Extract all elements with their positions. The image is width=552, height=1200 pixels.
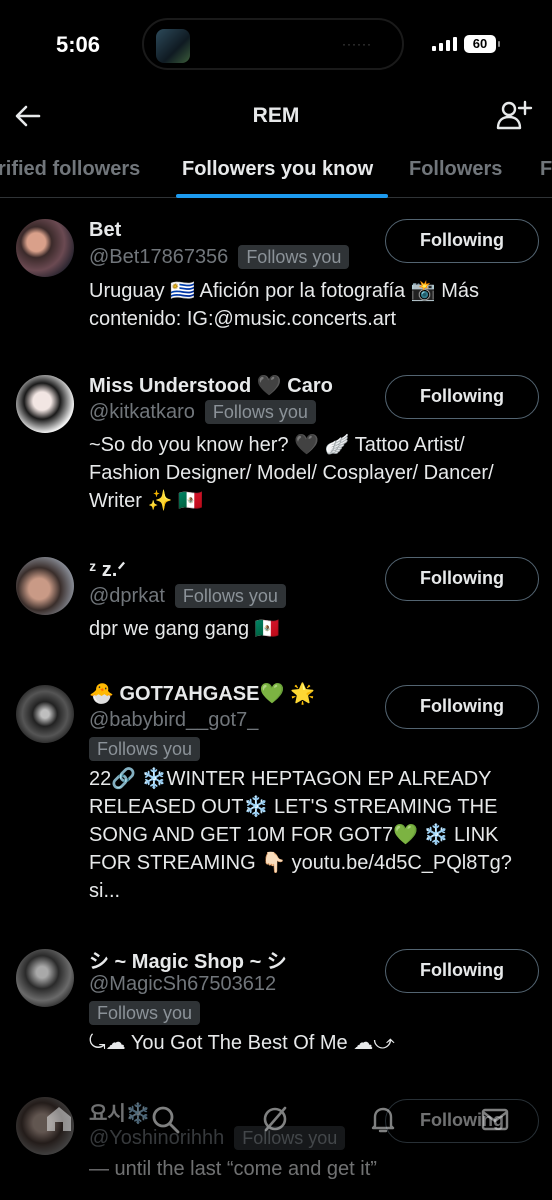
user-name: Bet: [89, 219, 122, 241]
status-bar: 5:06 ······ 60: [0, 0, 552, 90]
signal-icon: [432, 37, 457, 51]
user-bio: 22🔗 ❄️WINTER HEPTAGON EP ALREADY RELEASE…: [89, 768, 512, 902]
avatar[interactable]: [16, 375, 74, 433]
badge-row: Follows you: [89, 1001, 201, 1025]
follows-you-badge: Follows you: [174, 584, 286, 608]
home-icon[interactable]: [42, 1102, 76, 1136]
handle-row: @MagicSh67503612: [89, 973, 276, 996]
waveform-icon: ······: [342, 37, 372, 51]
user-bio: ~So do you know her? 🖤 🪽 Tattoo Artist/ …: [89, 434, 494, 512]
following-button[interactable]: Following: [385, 685, 539, 729]
tab-verified-followers[interactable]: rified followers: [0, 158, 140, 181]
header: REM: [0, 92, 552, 142]
notifications-icon[interactable]: [366, 1102, 400, 1136]
media-thumbnail: [156, 29, 190, 63]
handle-row: @dprkat Follows you: [89, 584, 286, 608]
avatar[interactable]: [16, 685, 74, 743]
add-user-button[interactable]: [494, 96, 534, 136]
avatar[interactable]: [16, 949, 74, 1007]
handle-row: @Bet17867356 Follows you: [89, 245, 350, 269]
follows-you-badge: Follows you: [204, 400, 316, 424]
user-name: Miss Understood 🖤 Caro: [89, 375, 333, 397]
following-button[interactable]: Following: [385, 219, 539, 263]
user-bio: ⤿☁︎ You Got The Best Of Me ☁︎⤻: [89, 1032, 395, 1054]
follows-you-badge: Follows you: [238, 245, 350, 269]
user-name: シ ~ Magic Shop ~ シ: [89, 951, 287, 973]
grok-icon[interactable]: [258, 1102, 292, 1136]
page-title: REM: [252, 104, 300, 127]
tab-following[interactable]: F: [540, 158, 552, 181]
badge-row: Follows you: [89, 737, 201, 761]
user-name: 🐣 GOT7AHGASE💚 🌟: [89, 683, 315, 705]
follows-you-badge: Follows you: [89, 737, 201, 761]
user-handle: @babybird__got7_: [89, 709, 259, 731]
handle-row: @kitkatkaro Follows you: [89, 400, 316, 424]
add-person-icon: [496, 100, 533, 130]
battery-indicator: 60: [464, 35, 500, 53]
user-bio: dpr we gang gang 🇲🇽: [89, 618, 280, 640]
messages-icon[interactable]: [478, 1102, 512, 1136]
following-button[interactable]: Following: [385, 949, 539, 993]
following-button[interactable]: Following: [385, 375, 539, 419]
user-handle: @kitkatkaro: [89, 400, 195, 423]
user-handle: @Bet17867356: [89, 245, 229, 268]
avatar[interactable]: [16, 219, 74, 277]
user-bio: Uruguay 🇺🇾 Afición por la fotografía 📸 M…: [89, 280, 479, 330]
tab-followers-you-know[interactable]: Followers you know: [182, 158, 373, 181]
tab-followers[interactable]: Followers: [409, 158, 502, 181]
user-handle: @MagicSh67503612: [89, 973, 277, 995]
handle-row: @babybird__got7_: [89, 709, 258, 732]
dynamic-island: ······: [142, 18, 404, 70]
bottom-nav: [0, 1088, 552, 1200]
user-handle: @dprkat: [89, 584, 165, 607]
tab-bar: rified followers Followers you know Foll…: [0, 146, 552, 198]
follows-you-badge: Follows you: [89, 1001, 201, 1025]
status-time: 5:06: [56, 32, 101, 57]
following-button[interactable]: Following: [385, 557, 539, 601]
active-tab-indicator: [176, 194, 388, 198]
user-name: ᶻ z.ᐟ: [89, 559, 126, 581]
search-icon[interactable]: [148, 1102, 182, 1136]
avatar[interactable]: [16, 557, 74, 615]
